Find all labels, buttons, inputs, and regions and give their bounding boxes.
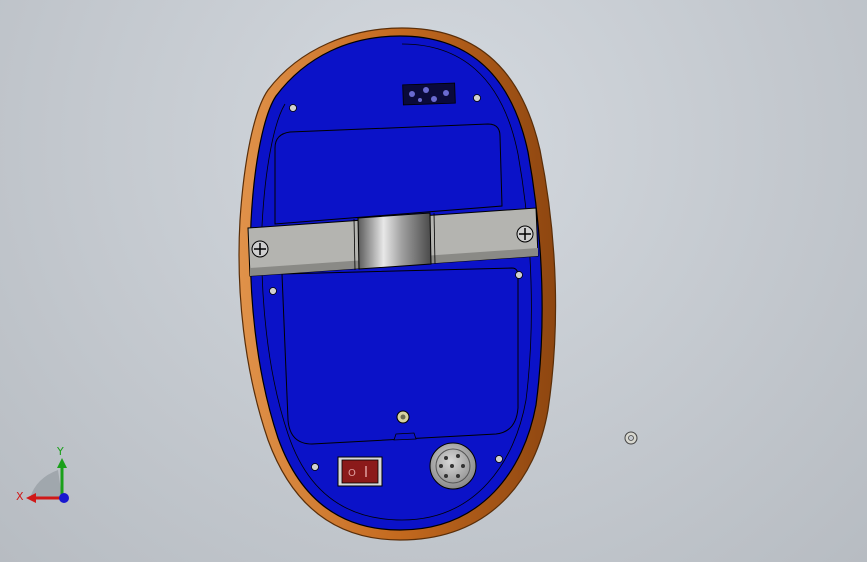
center-screw bbox=[396, 410, 410, 424]
screw-right bbox=[516, 225, 534, 243]
y-axis-arrow bbox=[57, 458, 67, 468]
coordinate-triad: Y X bbox=[16, 445, 69, 503]
battery-cover-tab bbox=[393, 432, 417, 441]
sensor-window bbox=[402, 82, 456, 106]
connector-jack bbox=[429, 442, 477, 490]
power-switch: O bbox=[337, 456, 383, 487]
bracket-cylinder bbox=[357, 212, 432, 270]
washer-part bbox=[624, 431, 638, 445]
cad-scene: O Y X bbox=[16, 27, 638, 541]
cad-viewport[interactable]: O Y X bbox=[0, 0, 867, 562]
screw-left bbox=[251, 240, 269, 258]
svg-text:O: O bbox=[348, 468, 356, 479]
x-axis-arrow bbox=[26, 493, 36, 503]
z-axis-dot bbox=[59, 493, 69, 503]
x-axis-label: X bbox=[16, 490, 24, 503]
y-axis-label: Y bbox=[56, 445, 64, 458]
